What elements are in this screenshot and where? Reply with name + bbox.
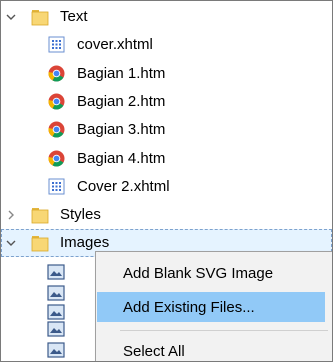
tree-file-cover-xhtml[interactable]: cover.xhtml [1, 31, 332, 59]
tree-folder-label: Styles [60, 206, 101, 223]
image-file-icon[interactable] [47, 264, 65, 280]
tree-folder-label: Images [60, 234, 110, 251]
image-file-icon[interactable] [47, 304, 65, 320]
tree-file-label: Bagian 3.htm [77, 121, 166, 138]
tree-file-bagian-1[interactable]: Bagian 1.htm [1, 60, 332, 88]
chrome-html-icon [48, 65, 65, 82]
chevron-down-icon[interactable] [5, 11, 17, 23]
chevron-down-icon[interactable] [5, 237, 17, 249]
xhtml-grid-icon [48, 178, 65, 195]
context-menu: Add Blank SVG Image Add Existing Files..… [95, 251, 332, 361]
menu-separator [120, 330, 328, 331]
menu-item-label: Add Blank SVG Image [123, 264, 274, 282]
tree-file-label: Bagian 2.htm [77, 93, 166, 110]
menu-item-label: Select All [123, 342, 185, 360]
tree-file-label: Bagian 1.htm [77, 65, 166, 82]
chrome-html-icon [48, 150, 65, 167]
image-file-icon[interactable] [47, 285, 65, 301]
chrome-html-icon [48, 93, 65, 110]
tree-file-bagian-3[interactable]: Bagian 3.htm [1, 116, 332, 144]
folder-icon [31, 8, 49, 26]
folder-icon [31, 234, 49, 252]
chevron-right-icon[interactable] [5, 209, 17, 221]
tree-folder-styles[interactable]: Styles [1, 201, 332, 229]
chrome-html-icon [48, 121, 65, 138]
image-file-icon[interactable] [47, 342, 65, 358]
tree-file-label: Bagian 4.htm [77, 150, 166, 167]
tree-folder-label: Text [60, 8, 88, 25]
menu-item-add-blank-svg[interactable]: Add Blank SVG Image [97, 258, 325, 288]
tree-folder-text[interactable]: Text [1, 3, 332, 31]
tree-file-cover-2-xhtml[interactable]: Cover 2.xhtml [1, 173, 332, 201]
menu-item-select-all[interactable]: Select All [97, 336, 325, 361]
tree-file-bagian-4[interactable]: Bagian 4.htm [1, 145, 332, 173]
tree-file-label: cover.xhtml [77, 36, 153, 53]
menu-item-label: Add Existing Files... [123, 298, 255, 316]
menu-item-add-existing-files[interactable]: Add Existing Files... [97, 292, 325, 322]
file-browser-panel: Text cover.xhtml Bagian 1.htm Bagian 2.h… [0, 0, 333, 362]
folder-icon [31, 206, 49, 224]
xhtml-grid-icon [48, 36, 65, 53]
image-file-icon[interactable] [47, 321, 65, 337]
tree-file-bagian-2[interactable]: Bagian 2.htm [1, 88, 332, 116]
tree-file-label: Cover 2.xhtml [77, 178, 170, 195]
